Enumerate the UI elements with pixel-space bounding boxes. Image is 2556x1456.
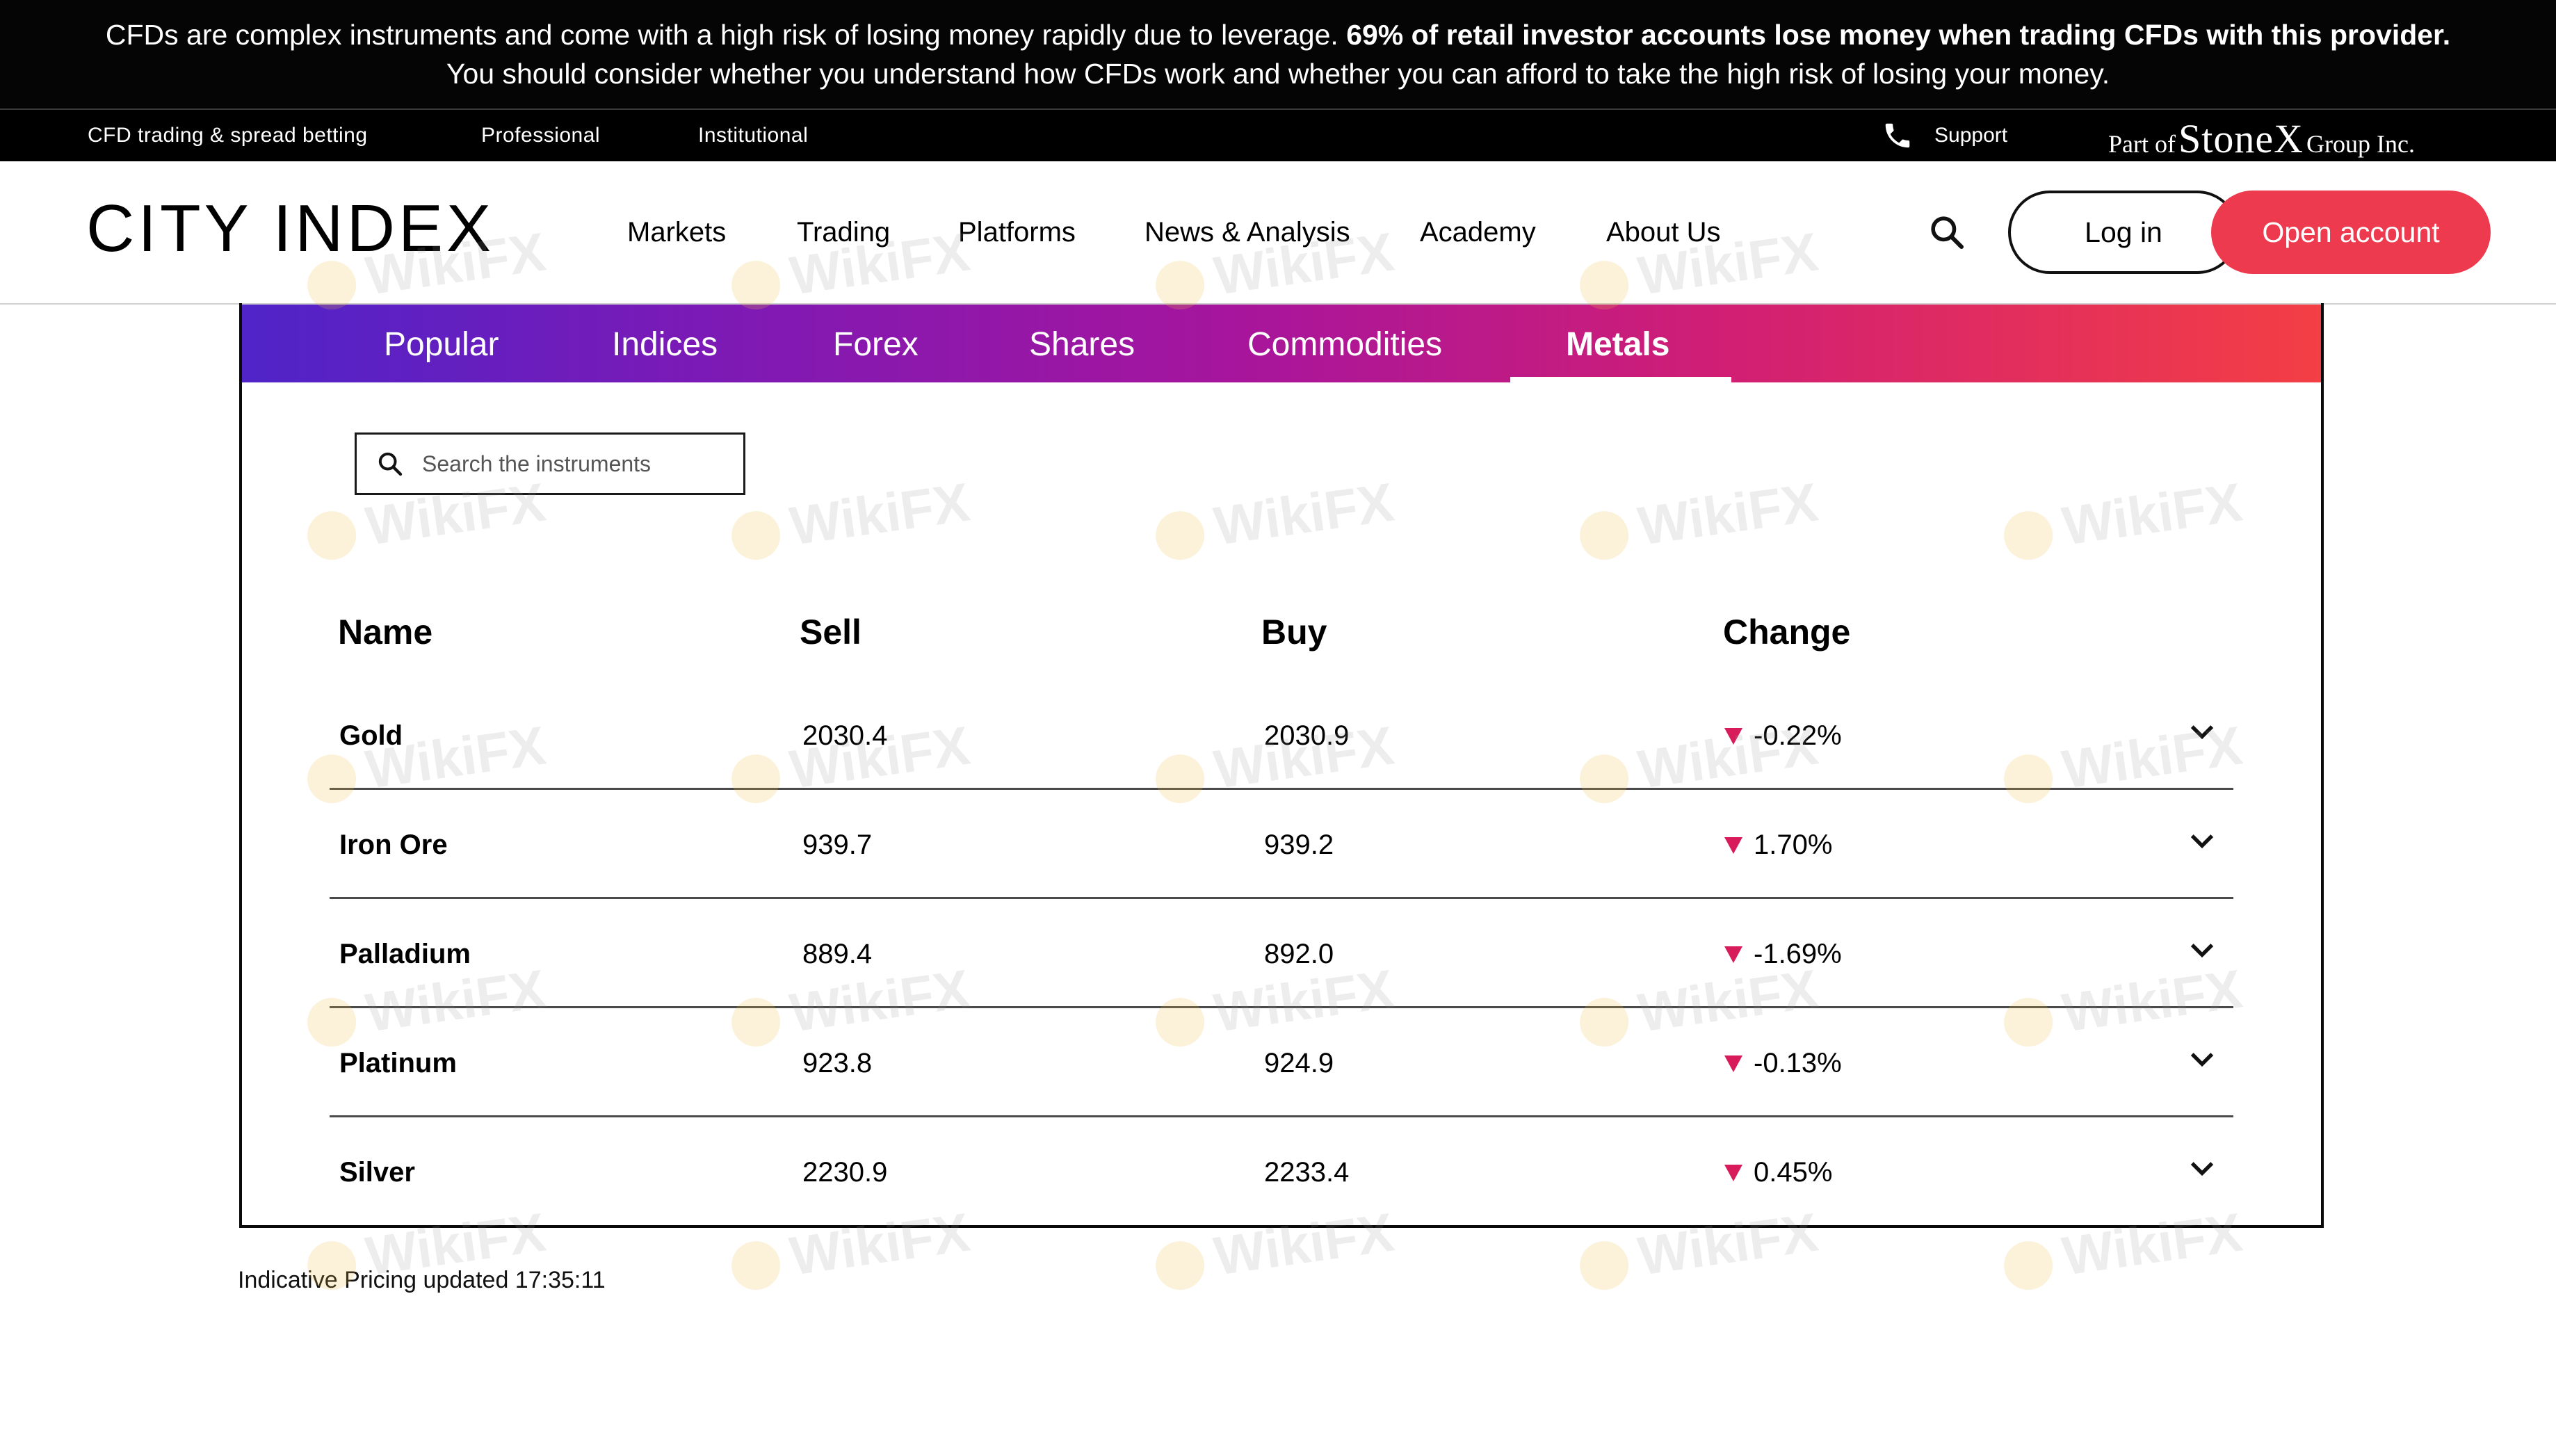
- down-arrow-icon: [1724, 836, 1742, 854]
- change-value: 1.70%: [1754, 830, 1833, 860]
- price-change: -0.13%: [1724, 1048, 1842, 1079]
- phone-icon: [1885, 123, 1910, 148]
- sell-price: 923.8: [802, 1048, 873, 1078]
- table-row[interactable]: Iron Ore 939.7 939.2 1.70%: [330, 789, 2233, 898]
- nav-markets[interactable]: Markets: [627, 217, 726, 248]
- down-arrow-icon: [1724, 946, 1742, 963]
- search-icon[interactable]: [1927, 213, 1966, 252]
- table-row[interactable]: Palladium 889.4 892.0 -1.69%: [330, 898, 2233, 1007]
- table-row[interactable]: Silver 2230.9 2233.4 0.45%: [330, 1117, 2233, 1225]
- buy-price: 939.2: [1264, 830, 1334, 860]
- nav-academy[interactable]: Academy: [1420, 217, 1536, 248]
- risk-warning-text: CFDs are complex instruments and come wi…: [105, 19, 1347, 51]
- sell-price: 2230.9: [802, 1157, 888, 1188]
- main-header: CITY INDEX Markets Trading Platforms New…: [0, 161, 2556, 305]
- down-arrow-icon: [1724, 1164, 1742, 1181]
- nav-about-us[interactable]: About Us: [1606, 217, 1721, 248]
- risk-warning-banner: CFDs are complex instruments and come wi…: [0, 0, 2556, 108]
- pricing-updated-text: Indicative Pricing updated 17:35:11: [238, 1267, 606, 1293]
- stonex-group-logo: Part of StoneX Group Inc.: [2108, 115, 2415, 162]
- subnav-link-cfd-trading[interactable]: CFD trading & spread betting: [88, 124, 368, 147]
- table-row[interactable]: Gold 2030.4 2030.9 -0.22%: [330, 680, 2233, 788]
- subnav-link-institutional[interactable]: Institutional: [698, 124, 808, 147]
- price-change: 0.45%: [1724, 1157, 1832, 1188]
- change-value: -0.22%: [1754, 720, 1842, 751]
- nav-platforms[interactable]: Platforms: [958, 217, 1076, 248]
- column-header-change: Change: [1723, 613, 1851, 652]
- risk-warning-emphasis: 69% of retail investor accounts lose mon…: [1346, 19, 2451, 51]
- price-change: -1.69%: [1724, 939, 1842, 970]
- chevron-down-icon[interactable]: [2189, 1049, 2215, 1070]
- down-arrow-icon: [1724, 727, 1742, 745]
- price-change: -0.22%: [1724, 720, 1842, 752]
- support-link[interactable]: Support: [1882, 120, 2007, 152]
- buy-price: 892.0: [1264, 939, 1334, 969]
- top-subnav: CFD trading & spread betting Professiona…: [0, 108, 2556, 161]
- search-input[interactable]: [421, 450, 729, 478]
- open-account-button[interactable]: Open account: [2211, 191, 2491, 274]
- instrument-name: Palladium: [339, 939, 471, 969]
- search-icon: [378, 452, 403, 476]
- sell-price: 889.4: [802, 939, 873, 969]
- chevron-down-icon[interactable]: [2189, 831, 2215, 852]
- group-prefix: Part of: [2108, 130, 2176, 158]
- subnav-link-professional[interactable]: Professional: [481, 124, 600, 147]
- chevron-down-icon[interactable]: [2189, 1158, 2215, 1179]
- change-value: -1.69%: [1754, 939, 1842, 969]
- chevron-down-icon[interactable]: [2189, 722, 2215, 743]
- instrument-name: Platinum: [339, 1048, 457, 1078]
- sell-price: 939.7: [802, 830, 873, 860]
- change-value: 0.45%: [1754, 1157, 1833, 1188]
- change-value: -0.13%: [1754, 1048, 1842, 1078]
- group-suffix: Group Inc.: [2306, 130, 2415, 158]
- buy-price: 924.9: [1264, 1048, 1334, 1078]
- down-arrow-icon: [1724, 1055, 1742, 1072]
- instrument-search[interactable]: [355, 432, 745, 495]
- price-change: 1.70%: [1724, 830, 1832, 861]
- instrument-name: Silver: [339, 1157, 415, 1188]
- column-header-name: Name: [338, 613, 433, 652]
- sell-price: 2030.4: [802, 720, 888, 751]
- instrument-name: Gold: [339, 720, 403, 751]
- chevron-down-icon[interactable]: [2189, 940, 2215, 961]
- login-button[interactable]: Log in: [2008, 191, 2239, 274]
- support-label: Support: [1934, 124, 2008, 147]
- buy-price: 2233.4: [1264, 1157, 1350, 1188]
- nav-news-analysis[interactable]: News & Analysis: [1144, 217, 1350, 248]
- city-index-logo[interactable]: CITY INDEX: [86, 191, 494, 267]
- instrument-name: Iron Ore: [339, 830, 448, 860]
- group-brand: StoneX: [2178, 116, 2304, 161]
- nav-trading[interactable]: Trading: [797, 217, 890, 248]
- risk-warning-text-end: You should consider whether you understa…: [446, 58, 2110, 90]
- column-header-sell: Sell: [800, 613, 862, 652]
- buy-price: 2030.9: [1264, 720, 1350, 751]
- column-header-buy: Buy: [1261, 613, 1327, 652]
- table-row[interactable]: Platinum 923.8 924.9 -0.13%: [330, 1008, 2233, 1116]
